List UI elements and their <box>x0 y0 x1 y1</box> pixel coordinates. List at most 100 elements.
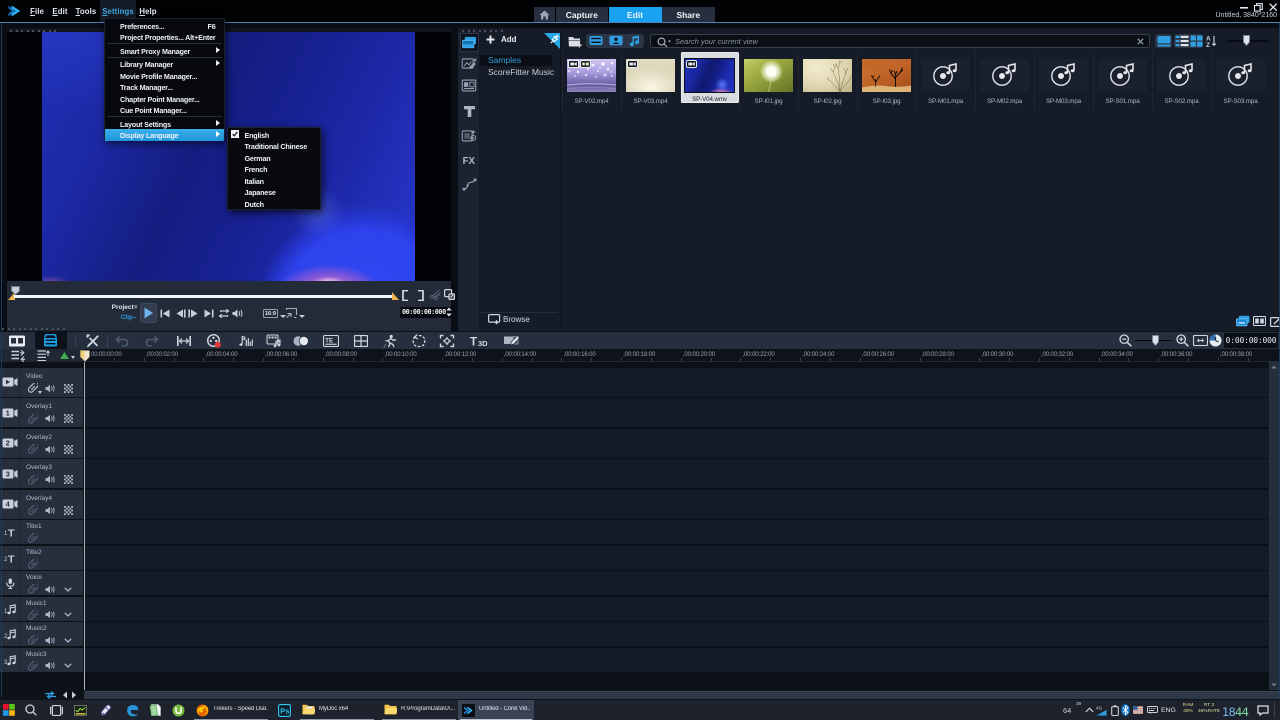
toolbar-button-track-motion[interactable] <box>440 334 455 347</box>
import-folder-icon[interactable] <box>568 36 583 48</box>
library-panel-toggle-icon[interactable] <box>1236 315 1250 327</box>
play-button[interactable] <box>140 303 157 323</box>
toolbar-button-timeline-view[interactable] <box>35 332 68 349</box>
tab-share[interactable]: Share <box>662 7 716 22</box>
playhead-marker[interactable] <box>80 350 90 362</box>
utorrent-app-button[interactable] <box>167 700 189 720</box>
toolbar-button-time-remapping[interactable] <box>412 334 426 347</box>
library-item[interactable]: SP-I03.jpg <box>857 52 916 110</box>
taskbar-search-button[interactable] <box>20 700 42 720</box>
trim-bar[interactable] <box>14 295 392 298</box>
filter-audio-filter[interactable] <box>628 35 642 47</box>
rail-item-title[interactable] <box>461 103 478 121</box>
menubar-item-tools[interactable]: Tools <box>68 0 104 22</box>
folder-item-scorefitter-music[interactable]: ScoreFitter Music <box>480 66 552 77</box>
timeline-zoom-slider-thumb[interactable] <box>1152 335 1159 346</box>
menu-item-chapter-point-manager[interactable]: Chapter Point Manager... <box>105 93 224 105</box>
track-lane-title1[interactable] <box>84 520 1269 544</box>
tab-home[interactable] <box>534 7 555 22</box>
submenu-item-italian[interactable]: Italian <box>228 175 320 187</box>
clear-x-icon[interactable] <box>1137 38 1144 45</box>
project-clip-toggle[interactable]: Project=Clip– <box>102 304 137 324</box>
vscroll-down-icon[interactable] <box>1271 683 1277 687</box>
track-checker-icon[interactable] <box>64 506 73 515</box>
clip-mode-label[interactable]: Clip– <box>102 314 137 321</box>
submenu-item-german[interactable]: German <box>228 152 320 164</box>
toolbar-button-3d-title-editor[interactable]: T3D <box>470 335 488 347</box>
timeline-drag-handle[interactable] <box>2 328 72 330</box>
track-link-dropdown-arrow[interactable] <box>38 391 42 394</box>
system-monitor-app-button[interactable] <box>69 700 91 720</box>
menu-item-movie-profile-manager[interactable]: Movie Profile Manager... <box>105 70 224 82</box>
hscroll-left-button[interactable] <box>62 691 68 699</box>
track-speaker-icon[interactable] <box>45 610 56 619</box>
track-speaker-icon[interactable] <box>45 636 56 645</box>
rail-item-motion-path[interactable] <box>461 176 478 194</box>
track-chevron-down-icon[interactable] <box>64 587 72 592</box>
submenu-item-english[interactable]: English <box>228 129 320 141</box>
menu-item-cue-point-manager[interactable]: Cue Point Manager... <box>105 104 224 116</box>
library-item[interactable]: SP-S01.mpa <box>1093 52 1152 110</box>
notes-app-button[interactable] <box>144 700 166 720</box>
library-item[interactable]: SP-M03.mpa <box>1034 52 1093 110</box>
track-link-icon[interactable] <box>28 444 38 454</box>
track-link-icon[interactable] <box>28 505 38 515</box>
toolbar-button-subtitle-editor[interactable]: TE <box>323 335 339 347</box>
track-link-icon[interactable] <box>28 584 38 594</box>
toolbar-button-split-screen-template[interactable] <box>354 335 368 347</box>
add-folder-button[interactable]: Add <box>486 35 526 47</box>
library-item[interactable]: SP-V02.mp4 <box>562 52 621 110</box>
cellular-signal-icon[interactable]: 4G <box>1096 705 1107 716</box>
toolbar-button-mix-tools[interactable] <box>86 334 99 347</box>
track-link-icon[interactable] <box>28 559 38 569</box>
browse-button[interactable]: Browse <box>488 314 548 326</box>
enlarge-preview-icon[interactable] <box>444 289 455 300</box>
volume-icon[interactable] <box>232 309 244 318</box>
touch-keyboard-icon[interactable] <box>1147 706 1158 715</box>
ruler-band[interactable]: 00:00:00:00,00:00:02:00,00:00:04:00,00:0… <box>84 349 1280 362</box>
track-speaker-icon[interactable] <box>45 475 56 484</box>
toolbar-button-mask-creator[interactable] <box>503 334 519 347</box>
track-speaker-icon[interactable] <box>45 384 56 393</box>
search-box[interactable]: Search your current view <box>650 34 1150 49</box>
rail-item-filter[interactable]: FX <box>461 152 478 170</box>
toolbar-button-auto-music[interactable] <box>267 334 282 347</box>
zoom-out-icon[interactable] <box>1119 334 1132 347</box>
us-flag-icon[interactable] <box>1133 706 1143 714</box>
track-checker-icon[interactable] <box>64 414 73 423</box>
vscroll-up-icon[interactable] <box>1271 365 1277 369</box>
submenu-item-traditional-chinese[interactable]: Traditional Chinese <box>228 140 320 152</box>
library-item[interactable]: SP-V03.mp4 <box>621 52 680 110</box>
resize-fit-icon[interactable] <box>286 308 297 318</box>
submenu-item-dutch[interactable]: Dutch <box>228 198 320 210</box>
taskbar-button-videostudio-task[interactable]: Untitled - Corel Vid... <box>458 700 534 720</box>
resize-fit-dropdown-arrow[interactable] <box>299 315 305 318</box>
taskbar-button-folder[interactable]: R:\ProgramData\U\... <box>380 700 458 720</box>
bluetooth-icon[interactable] <box>1121 704 1130 716</box>
split-clip-icon[interactable] <box>430 289 441 300</box>
library-item[interactable]: SP-M01.mpa <box>916 52 975 110</box>
track-lane-overlay1[interactable] <box>84 398 1269 427</box>
taskbar-button-firefox[interactable]: Trekers - Speed Dial... <box>192 700 270 720</box>
menu-item-track-manager[interactable]: Track Manager... <box>105 81 224 93</box>
menu-item-layout-settings[interactable]: Layout Settings <box>105 118 224 130</box>
tab-capture[interactable]: Capture <box>556 7 609 22</box>
track-link-icon[interactable] <box>28 533 38 543</box>
end-frame-icon[interactable] <box>204 309 214 318</box>
toolbar-button-ripple-edit[interactable] <box>177 335 192 346</box>
menu-item-library-manager[interactable]: Library Manager <box>105 58 224 70</box>
hscroll-right-button[interactable] <box>71 691 77 699</box>
track-chevron-down-icon[interactable] <box>64 612 72 617</box>
track-checker-icon[interactable] <box>64 384 73 393</box>
track-link-icon[interactable] <box>28 475 38 485</box>
track-lane-overlay3[interactable] <box>84 459 1269 488</box>
view-thumb-button[interactable] <box>1155 34 1172 49</box>
track-lane-voice[interactable] <box>84 571 1269 595</box>
submenu-item-japanese[interactable]: Japanese <box>228 186 320 198</box>
hidden-icons-button[interactable] <box>1085 707 1094 713</box>
rail-item-transition[interactable] <box>461 77 478 95</box>
track-link-icon[interactable] <box>28 610 38 620</box>
tab-edit[interactable]: Edit <box>609 7 662 22</box>
trim-bar-right-handle[interactable] <box>392 292 399 300</box>
track-lane-music1[interactable] <box>84 597 1269 621</box>
